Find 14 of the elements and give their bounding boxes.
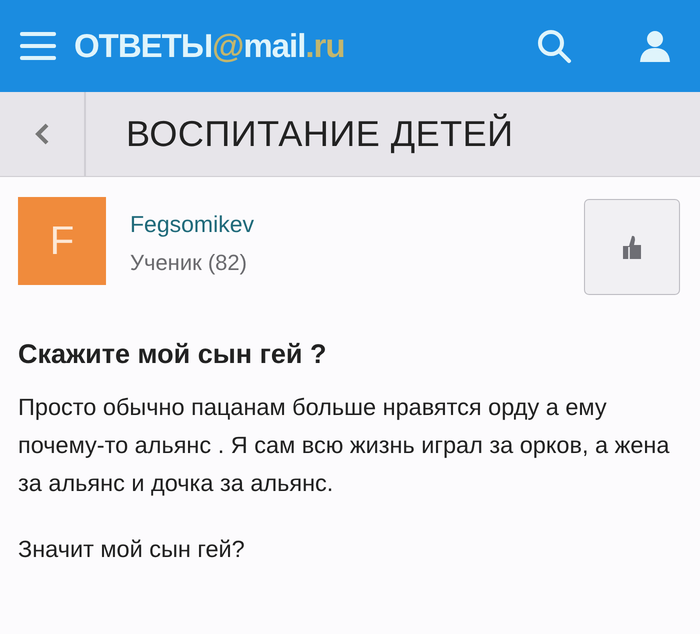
like-button[interactable]: [584, 199, 680, 295]
search-icon[interactable]: [536, 28, 572, 64]
author-rank: Ученик (82): [130, 250, 248, 276]
question-title: Скажите мой сын гей ?: [18, 339, 328, 370]
question-text: Просто обычно пацанам больше нравятся орду а ему почему-то альянс . Я сам всю жизнь играл за орков, а жена за альянс и дочка за альянс.: [18, 393, 670, 498]
menu-icon[interactable]: [20, 30, 56, 62]
author-name[interactable]: Fegsomikev: [130, 211, 254, 238]
chevron-left-icon: [35, 123, 49, 145]
thumbs-up-icon: [621, 234, 643, 260]
user-icon[interactable]: [638, 28, 672, 64]
category-title: ВОСПИТАНИЕ ДЕТЕЙ: [125, 113, 514, 155]
question-text: Значит мой сын гей?: [18, 535, 246, 564]
avatar[interactable]: F: [18, 197, 106, 285]
site-logo[interactable]: ОТВЕТЫ@mail.ru: [74, 27, 345, 65]
